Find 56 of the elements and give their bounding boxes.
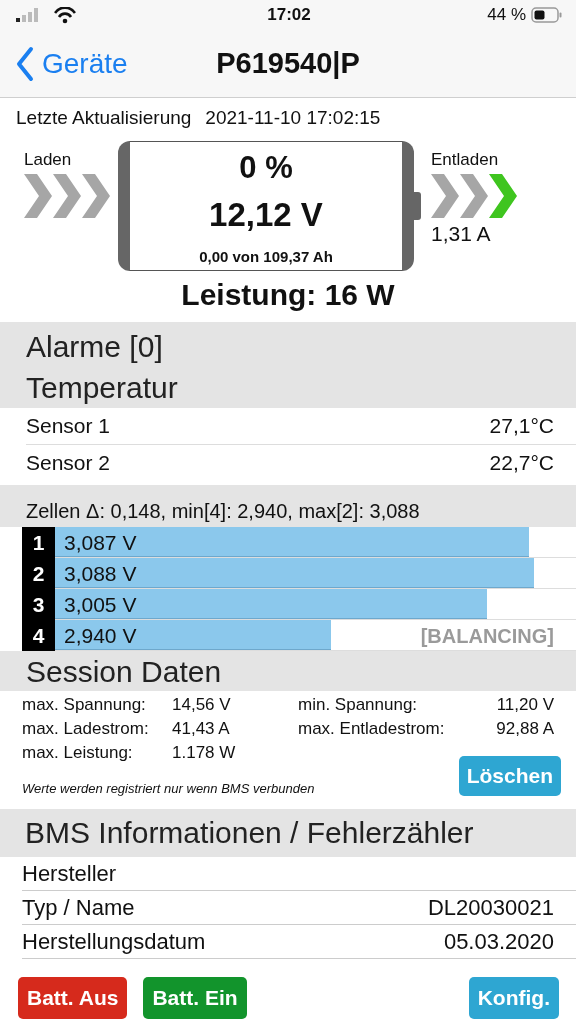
cell-number: 4 xyxy=(22,620,55,651)
power-reading: Leistung: 16 W xyxy=(180,278,396,312)
cell-number: 2 xyxy=(22,558,55,589)
signal-icon xyxy=(16,8,38,22)
battery-percent: 44 % xyxy=(487,5,526,25)
info-value: 05.03.2020 xyxy=(443,928,554,955)
battery-off-button[interactable]: Batt. Aus xyxy=(18,977,128,1019)
cell-voltage: 3,005 V xyxy=(64,593,137,617)
info-label: Typ / Name xyxy=(22,894,135,921)
session-note: Werte werden registriert nur wenn BMS verbunden xyxy=(22,780,315,796)
sensor-name: Sensor 2 xyxy=(26,451,111,475)
sensor-name: Sensor 1 xyxy=(26,414,111,438)
stat-value: 11,20 V xyxy=(496,695,554,715)
stat-label: max. Leistung: xyxy=(22,743,134,763)
stat-label: max. Spannung: xyxy=(22,695,147,715)
sensor-value: 27,1°C xyxy=(489,414,554,438)
battery-terminal xyxy=(414,192,421,220)
config-button[interactable]: Konfig. xyxy=(468,977,559,1019)
screen-title: P619540|P xyxy=(216,47,360,79)
battery-icon xyxy=(531,7,562,23)
cell-voltage: 2,940 V xyxy=(64,624,137,648)
bms-info-heading: BMS Informationen / Fehlerzähler xyxy=(24,816,474,850)
sensor-value: 22,7°C xyxy=(489,451,554,475)
discharge-current: 1,31 A xyxy=(431,222,492,246)
stat-label: min. Spannung: xyxy=(297,695,419,715)
stat-label: max. Ladestrom: xyxy=(22,719,150,739)
info-label: Herstellungsdatum xyxy=(22,928,206,955)
stat-value: 14,56 V xyxy=(172,695,232,715)
wifi-icon xyxy=(54,6,76,24)
info-label: Hersteller xyxy=(22,860,117,887)
update-timestamp: 2021-11-10 17:02:15 xyxy=(205,107,381,129)
stat-value: 41,43 A xyxy=(172,719,231,739)
back-button[interactable]: Geräte xyxy=(14,45,128,82)
battery-voltage: 12,12 V xyxy=(209,196,323,234)
battery-on-button[interactable]: Batt. Ein xyxy=(143,977,247,1019)
balancing-status: [BALANCING] xyxy=(420,625,554,648)
clock-time: 17:02 xyxy=(267,5,311,25)
charge-label: Laden xyxy=(24,150,73,170)
update-label: Letzte Aktualisierung xyxy=(16,107,192,129)
cell-voltage: 3,088 V xyxy=(64,562,137,586)
cell-number: 1 xyxy=(22,527,55,558)
stat-label: max. Entladestrom: xyxy=(297,719,446,739)
cells-summary: Zellen Δ: 0,148, min[4]: 2,940, max[2]: 3,088 xyxy=(26,500,420,523)
cell-voltage: 3,087 V xyxy=(64,531,137,555)
info-value: DL20030021 xyxy=(428,894,554,921)
session-heading: Session Daten xyxy=(25,654,223,690)
alarms-heading: Alarme [0] xyxy=(25,329,164,365)
stat-value: 1.178 W xyxy=(172,743,237,763)
delete-button[interactable]: Löschen xyxy=(458,756,561,796)
stat-value: 92,88 A xyxy=(496,719,554,739)
cell-number: 3 xyxy=(22,589,55,620)
state-of-charge: 0 % xyxy=(239,150,293,186)
temperature-heading: Temperatur xyxy=(25,370,179,406)
back-icon xyxy=(14,45,34,82)
discharge-label: Entladen xyxy=(431,150,500,170)
capacity-text: 0,00 von 109,37 Ah xyxy=(199,248,333,265)
